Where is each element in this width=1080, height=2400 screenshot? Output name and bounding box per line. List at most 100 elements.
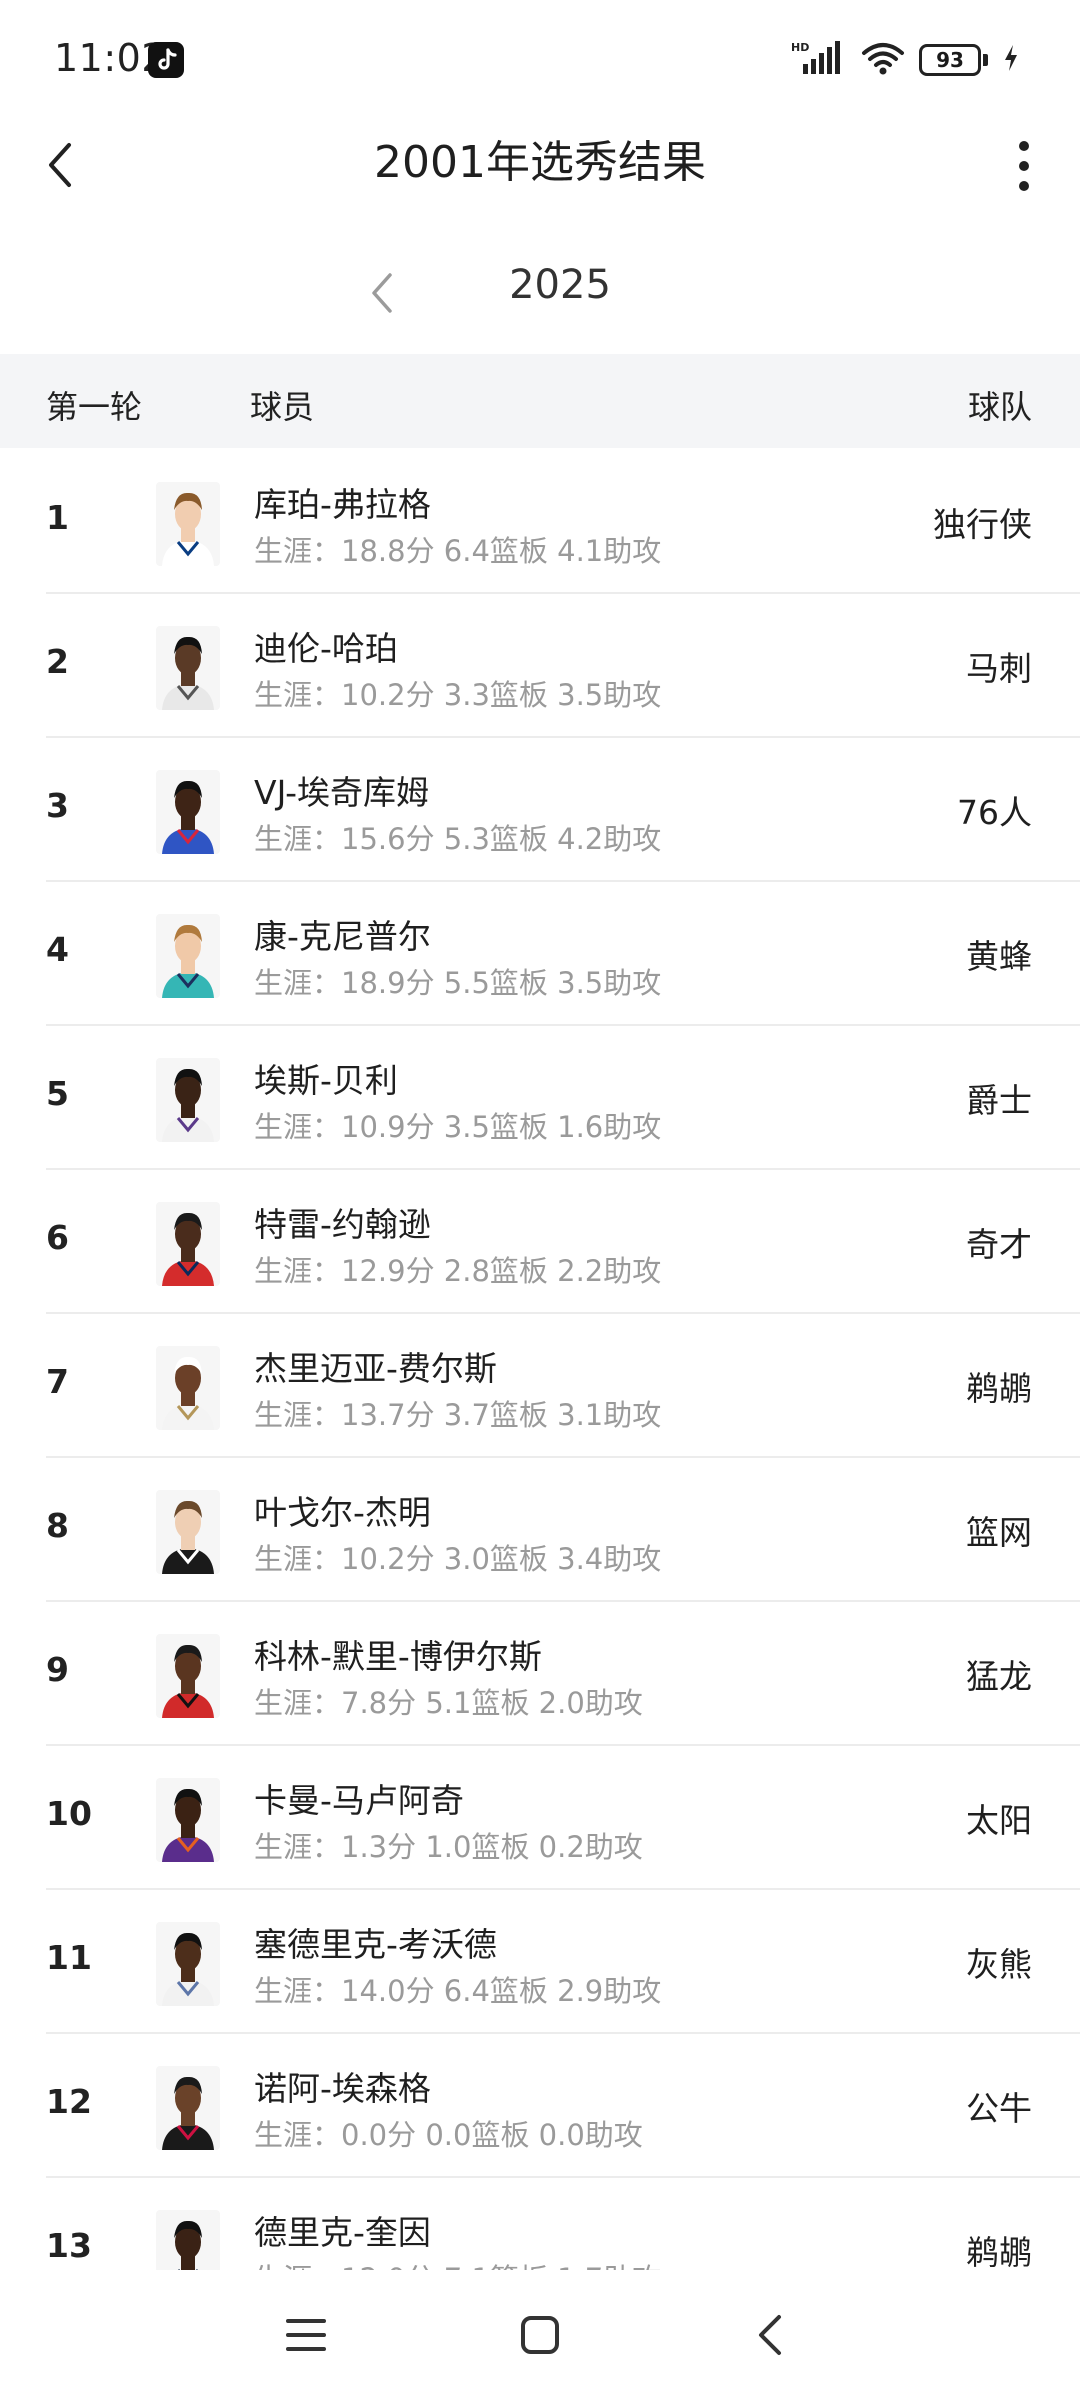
year-selector: 2025 [0, 250, 1080, 350]
pick-number: 6 [46, 1218, 69, 1257]
player-avatar [156, 626, 220, 710]
player-avatar [156, 1778, 220, 1862]
pick-number: 11 [46, 1938, 92, 1977]
player-career-stats: 生涯：10.9分 3.5篮板 1.6助攻 [254, 1110, 662, 1144]
pick-number: 12 [46, 2082, 92, 2121]
status-bar: 11:02 HD 93 [0, 0, 1080, 110]
battery-percent: 93 [936, 48, 964, 72]
player-name: VJ-埃奇库姆 [254, 773, 430, 812]
player-team: 鹈鹕 [966, 2233, 1032, 2270]
more-options-button[interactable] [994, 126, 1054, 206]
player-team: 独行侠 [933, 505, 1032, 544]
player-career-stats: 生涯：18.8分 6.4篮板 4.1助攻 [254, 534, 662, 568]
pick-number: 4 [46, 930, 69, 969]
column-header-round: 第一轮 [46, 388, 143, 426]
player-team: 马刺 [966, 649, 1032, 688]
player-avatar [156, 2210, 220, 2270]
player-team: 公牛 [966, 2089, 1032, 2128]
player-name: 塞德里克-考沃德 [254, 1925, 497, 1964]
pick-number: 5 [46, 1074, 69, 1113]
player-career-stats: 生涯：13.7分 3.7篮板 3.1助攻 [254, 1398, 662, 1432]
status-icons: HD 93 [791, 40, 1020, 80]
player-name: 科林-默里-博伊尔斯 [254, 1637, 542, 1676]
player-row[interactable]: 2 迪伦-哈珀 生涯：10.2分 3.3篮板 3.5助攻 马刺 [46, 594, 1080, 738]
back-triangle-icon [759, 2315, 781, 2355]
player-name: 叶戈尔-杰明 [254, 1493, 431, 1532]
player-team: 鹈鹕 [966, 1369, 1032, 1408]
player-row[interactable]: 3 VJ-埃奇库姆 生涯：15.6分 5.3篮板 4.2助攻 76人 [46, 738, 1080, 882]
player-team: 76人 [957, 793, 1032, 832]
player-team: 奇才 [966, 1225, 1032, 1264]
player-name: 埃斯-贝利 [254, 1061, 398, 1100]
recent-apps-button[interactable] [266, 2300, 346, 2370]
pick-number: 1 [46, 498, 69, 537]
player-row[interactable]: 6 特雷-约翰逊 生涯：12.9分 2.8篮板 2.2助攻 奇才 [46, 1170, 1080, 1314]
player-avatar [156, 1058, 220, 1142]
home-button[interactable] [500, 2300, 580, 2370]
player-row[interactable]: 12 诺阿-埃森格生涯：0.0分 0.0篮板 0.0助攻 公牛 [46, 2034, 1080, 2178]
system-nav-bar [0, 2270, 1080, 2400]
player-row[interactable]: 13 德里克-奎因生涯：12.0分 7.1篮板 1.7助攻 鹈鹕 [46, 2178, 1080, 2270]
system-back-button[interactable] [730, 2300, 810, 2370]
app-screen: 11:02 HD 93 2001年选秀结果 2025 第一轮 球员 球队 1 库… [0, 0, 1080, 2400]
column-header-player: 球员 [250, 388, 315, 426]
pick-number: 7 [46, 1362, 69, 1401]
player-row[interactable]: 9 科林-默里-博伊尔斯 生涯：7.8分 5.1篮板 2.0助攻 猛龙 [46, 1602, 1080, 1746]
pick-number: 9 [46, 1650, 69, 1689]
app-header: 2001年选秀结果 [0, 110, 1080, 250]
player-avatar [156, 1346, 220, 1430]
menu-icon [286, 2319, 326, 2351]
player-row[interactable]: 10 卡曼-马卢阿奇生涯：1.3分 1.0篮板 0.2助攻 太阳 [46, 1746, 1080, 1890]
wifi-icon [861, 41, 905, 79]
tiktok-notification-icon [148, 42, 184, 78]
network-type-label: HD [791, 41, 809, 54]
player-team: 爵士 [966, 1081, 1032, 1120]
player-career-stats: 生涯：10.2分 3.0篮板 3.4助攻 [254, 1542, 662, 1576]
player-row[interactable]: 8 叶戈尔-杰明生涯：10.2分 3.0篮板 3.4助攻 篮网 [46, 1458, 1080, 1602]
player-name: 库珀-弗拉格 [254, 485, 431, 524]
player-avatar [156, 2066, 220, 2150]
player-row[interactable]: 7 杰里迈亚-费尔斯生涯：13.7分 3.7篮板 3.1助攻 鹈鹕 [46, 1314, 1080, 1458]
player-team: 灰熊 [966, 1945, 1032, 1984]
player-row[interactable]: 11 塞德里克-考沃德生涯：14.0分 6.4篮板 2.9助攻 灰熊 [46, 1890, 1080, 2034]
player-name: 卡曼-马卢阿奇 [254, 1781, 464, 1820]
player-name: 杰里迈亚-费尔斯 [254, 1349, 497, 1388]
player-avatar [156, 770, 220, 854]
home-square-icon [521, 2316, 559, 2354]
player-row[interactable]: 4 康-克尼普尔 生涯：18.9分 5.5篮板 3.5助攻 黄蜂 [46, 882, 1080, 1026]
player-row[interactable]: 5 埃斯-贝利生涯：10.9分 3.5篮板 1.6助攻 爵士 [46, 1026, 1080, 1170]
player-name: 德里克-奎因 [254, 2213, 431, 2252]
player-career-stats: 生涯：10.2分 3.3篮板 3.5助攻 [254, 678, 662, 712]
selected-year: 2025 [509, 262, 611, 308]
pick-number: 13 [46, 2226, 92, 2265]
player-career-stats: 生涯：18.9分 5.5篮板 3.5助攻 [254, 966, 662, 1000]
player-row[interactable]: 1 库珀-弗拉格生涯：18.8分 6.4篮板 4.1助攻 独行侠 [46, 450, 1080, 594]
player-career-stats: 生涯：7.8分 5.1篮板 2.0助攻 [254, 1686, 643, 1720]
battery-icon: 93 [919, 44, 988, 76]
table-header: 第一轮 球员 球队 [0, 354, 1080, 448]
player-team: 太阳 [966, 1801, 1032, 1840]
player-career-stats: 生涯：12.0分 7.1篮板 1.7助攻 [254, 2256, 661, 2270]
draft-list[interactable]: 1 库珀-弗拉格 生涯：18.8分 6.4篮板 4.1助攻 独行侠 2 迪伦-哈珀 生涯：1… [0, 450, 1080, 2270]
player-name: 迪伦-哈珀 [254, 629, 398, 668]
player-avatar [156, 1634, 220, 1718]
page-title: 2001年选秀结果 [374, 137, 706, 188]
player-avatar [156, 914, 220, 998]
signal-icon: HD [791, 40, 847, 80]
column-header-team: 球队 [967, 388, 1032, 426]
player-avatar [156, 1490, 220, 1574]
charging-icon [1002, 43, 1020, 77]
pick-number: 10 [46, 1794, 92, 1833]
player-career-stats: 生涯：1.3分 1.0篮板 0.2助攻 [254, 1830, 643, 1864]
player-team: 黄蜂 [966, 937, 1032, 976]
pick-number: 3 [46, 786, 69, 825]
player-career-stats: 生涯：0.0分 0.0篮板 0.0助攻 [254, 2118, 643, 2152]
pick-number: 8 [46, 1506, 69, 1545]
player-avatar [156, 482, 220, 566]
player-team: 篮网 [966, 1513, 1032, 1552]
player-avatar [156, 1202, 220, 1286]
player-name: 特雷-约翰逊 [254, 1205, 431, 1244]
player-career-stats: 生涯：14.0分 6.4篮板 2.9助攻 [254, 1974, 662, 2008]
player-name: 诺阿-埃森格 [254, 2069, 431, 2108]
player-avatar [156, 1922, 220, 2006]
